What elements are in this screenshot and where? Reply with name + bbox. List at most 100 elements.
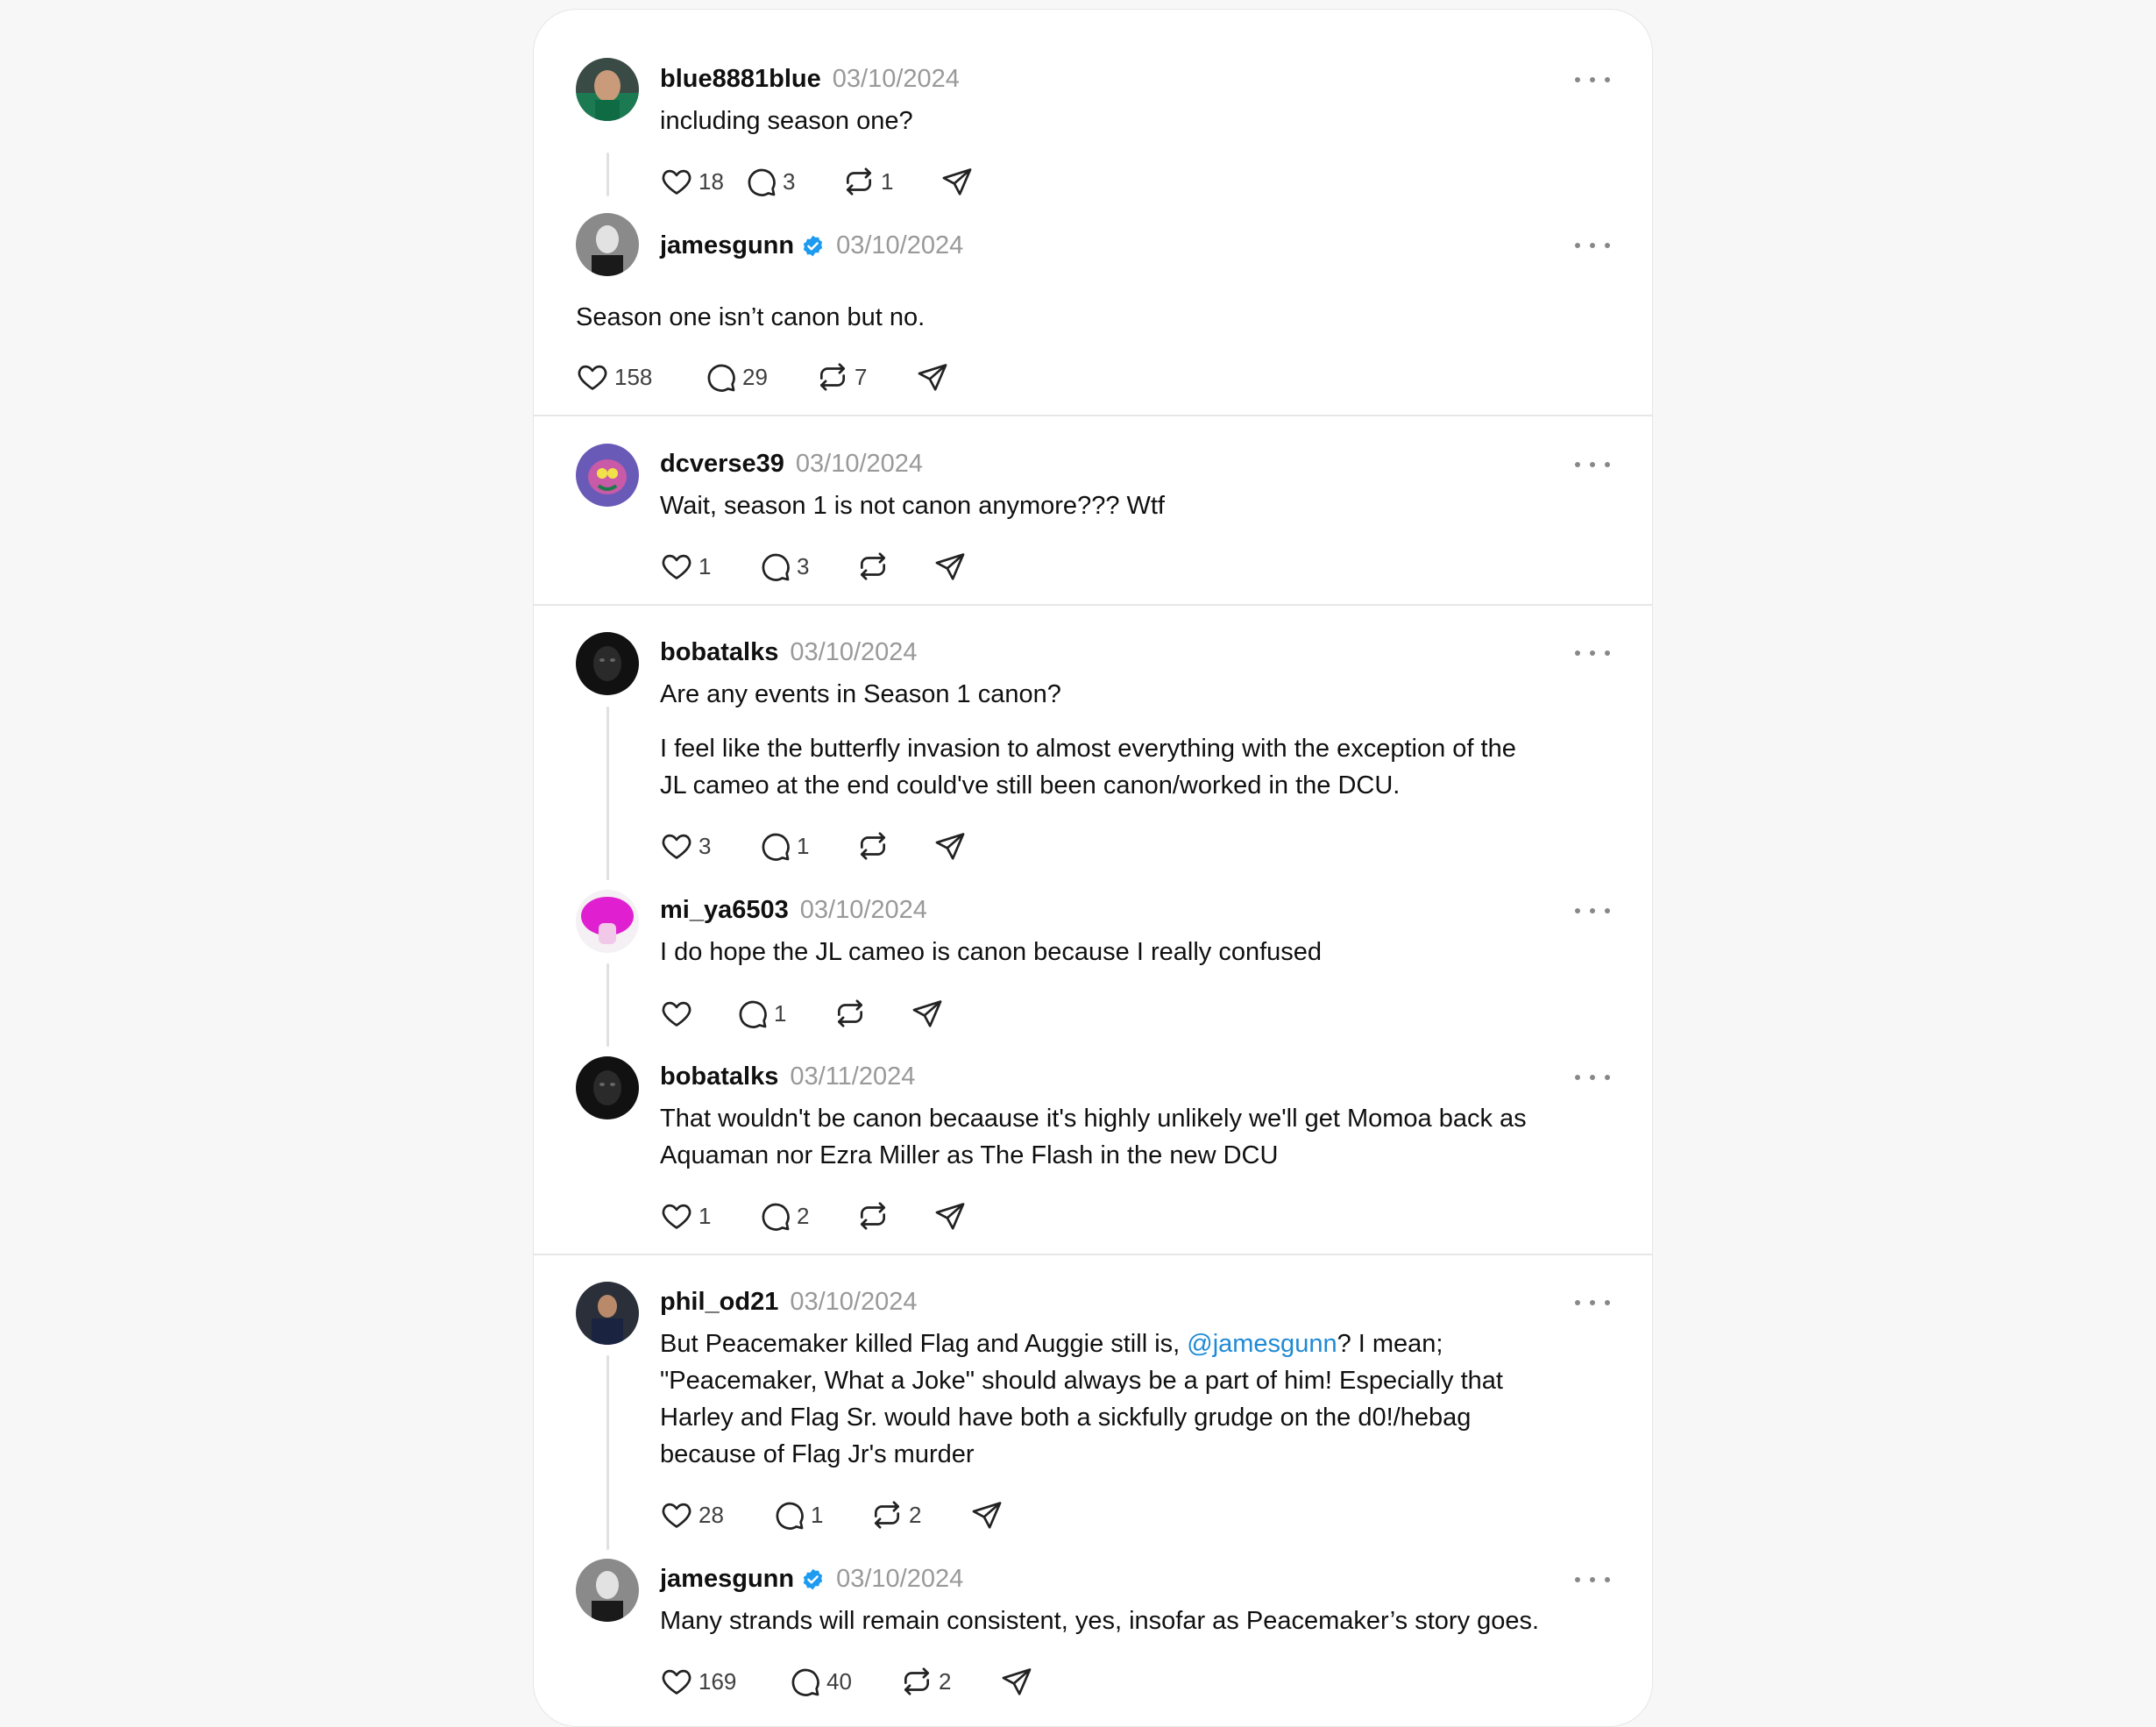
post-actions: 1 2 (660, 1198, 968, 1233)
post-text: Harley and Flag Sr. would have both a si… (660, 1404, 1472, 1432)
username[interactable]: bobatalks (660, 638, 778, 667)
post-date[interactable]: 03/10/2024 (790, 1288, 917, 1317)
like-button[interactable] (660, 996, 735, 1031)
like-button[interactable]: 28 (660, 1497, 772, 1532)
reply-button[interactable]: 1 (772, 1497, 870, 1532)
reply-button[interactable]: 3 (758, 549, 856, 584)
avatar[interactable] (576, 1282, 639, 1345)
like-button[interactable]: 158 (576, 359, 704, 394)
repost-button[interactable] (856, 549, 933, 584)
post-header: bobatalks 03/11/2024 (660, 1058, 915, 1095)
more-options-icon[interactable] (1575, 1069, 1610, 1086)
avatar[interactable] (576, 1559, 639, 1622)
username[interactable]: phil_od21 (660, 1288, 778, 1317)
like-button[interactable]: 18 (660, 164, 744, 199)
repost-count: 2 (939, 1667, 952, 1695)
share-button[interactable] (933, 828, 968, 864)
send-icon (912, 1000, 942, 1027)
username[interactable]: blue8881blue (660, 65, 821, 94)
reply-button[interactable]: 1 (735, 996, 833, 1031)
username[interactable]: jamesgunn (660, 231, 794, 260)
post-text: because of Flag Jr's murder (660, 1440, 975, 1468)
share-button[interactable] (933, 549, 968, 584)
more-options-icon[interactable] (1575, 1571, 1610, 1588)
post-date[interactable]: 03/10/2024 (790, 638, 917, 667)
repost-button[interactable] (833, 996, 911, 1031)
like-button[interactable]: 169 (660, 1664, 788, 1699)
reply-button[interactable]: 29 (704, 359, 816, 394)
comment-icon (791, 1668, 819, 1696)
post-text: Aquaman nor Ezra Miller as The Flash in … (660, 1141, 1279, 1169)
like-count: 1 (699, 552, 712, 579)
post-date[interactable]: 03/11/2024 (790, 1062, 915, 1091)
like-button[interactable]: 1 (660, 1198, 758, 1233)
avatar[interactable] (576, 632, 639, 695)
post-actions: 28 1 2 (660, 1497, 1005, 1532)
avatar[interactable] (576, 890, 639, 953)
post-text: Are any events in Season 1 canon? (660, 680, 1061, 708)
reply-button[interactable]: 40 (788, 1664, 900, 1699)
share-button[interactable] (911, 996, 946, 1031)
thread-line (606, 1355, 609, 1550)
send-icon (972, 1502, 1002, 1529)
repost-icon (837, 999, 863, 1027)
like-count: 1 (699, 1202, 712, 1229)
avatar[interactable] (576, 213, 639, 276)
share-button[interactable] (916, 359, 951, 394)
avatar[interactable] (576, 444, 639, 507)
repost-button[interactable]: 2 (870, 1497, 970, 1532)
avatar[interactable] (576, 1056, 639, 1119)
post-date[interactable]: 03/10/2024 (836, 231, 963, 260)
username[interactable]: bobatalks (660, 1062, 778, 1091)
repost-button[interactable] (856, 1198, 933, 1233)
more-options-icon[interactable] (1575, 902, 1610, 920)
mention-link[interactable]: @jamesgunn (1187, 1330, 1337, 1358)
post-date[interactable]: 03/10/2024 (836, 1565, 963, 1594)
like-button[interactable]: 1 (660, 549, 758, 584)
post-text: "Peacemaker, What a Joke" should always … (660, 1367, 1503, 1395)
post-text: I feel like the butterfly invasion to al… (660, 735, 1516, 763)
post-date[interactable]: 03/10/2024 (833, 65, 960, 94)
reply-button[interactable]: 2 (758, 1198, 856, 1233)
reply-button[interactable]: 3 (744, 164, 842, 199)
more-options-icon[interactable] (1575, 237, 1610, 254)
post-date[interactable]: 03/10/2024 (800, 896, 927, 925)
like-button[interactable]: 3 (660, 828, 758, 864)
repost-button[interactable] (856, 828, 933, 864)
post-actions: 3 1 (660, 828, 968, 864)
thread-line (606, 707, 609, 880)
post-text: including season one? (660, 107, 913, 135)
repost-icon (860, 832, 886, 860)
comment-icon (762, 1203, 790, 1231)
post-text: Wait, season 1 is not canon anymore??? W… (660, 492, 1165, 520)
more-options-icon[interactable] (1575, 456, 1610, 473)
post-date[interactable]: 03/10/2024 (796, 450, 923, 479)
reply-button[interactable]: 1 (758, 828, 856, 864)
username[interactable]: jamesgunn (660, 1565, 794, 1594)
share-button[interactable] (970, 1497, 1005, 1532)
repost-button[interactable]: 2 (900, 1664, 1000, 1699)
repost-button[interactable]: 7 (816, 359, 916, 394)
post-header: jamesgunn 03/10/2024 (660, 227, 963, 264)
username[interactable]: mi_ya6503 (660, 896, 789, 925)
repost-icon (846, 167, 872, 195)
share-button[interactable] (933, 1198, 968, 1233)
repost-button[interactable]: 1 (842, 164, 940, 199)
repost-count: 7 (855, 363, 868, 390)
send-icon (935, 1203, 965, 1230)
post-actions: 1 (660, 996, 946, 1031)
username[interactable]: dcverse39 (660, 450, 784, 479)
post-actions: 158 29 7 (576, 359, 951, 394)
post-header: bobatalks 03/10/2024 (660, 634, 918, 671)
like-count: 169 (699, 1667, 737, 1695)
share-button[interactable] (1000, 1664, 1035, 1699)
text-segment: ? I mean; (1337, 1330, 1443, 1358)
more-options-icon[interactable] (1575, 644, 1610, 662)
more-options-icon[interactable] (1575, 71, 1610, 89)
avatar[interactable] (576, 58, 639, 121)
repost-count: 2 (909, 1501, 922, 1528)
like-count: 28 (699, 1501, 724, 1528)
like-count: 158 (614, 363, 653, 390)
more-options-icon[interactable] (1575, 1294, 1610, 1311)
share-button[interactable] (940, 164, 975, 199)
